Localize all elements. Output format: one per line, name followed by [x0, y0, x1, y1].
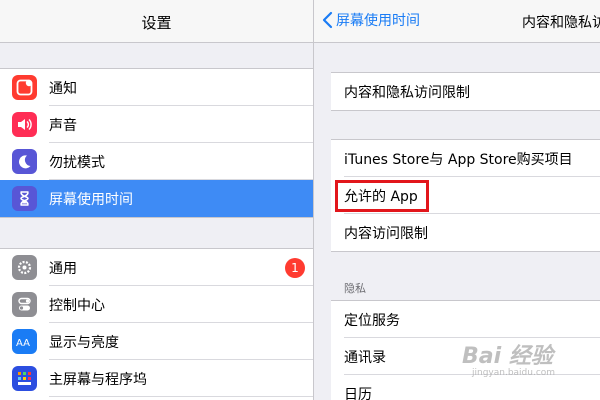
itunes-app-store-purchases-row[interactable]: iTunes Store与 App Store购买项目 — [331, 140, 600, 177]
sidebar-item-label: 主屏幕与程序坞 — [49, 371, 147, 388]
detail-navbar: 屏幕使用时间 内容和隐私访 — [314, 0, 600, 43]
sidebar-item-label: 显示与亮度 — [49, 334, 119, 351]
calendars-row[interactable]: 日历 — [331, 375, 600, 400]
settings-sidebar: 设置 通知 声音 勿扰模式 屏幕使用时间 通用 1 控制中心 AA 显示与亮度 … — [0, 0, 313, 400]
sidebar-item-label: 声音 — [49, 117, 77, 134]
sidebar-item-control-center[interactable]: 控制中心 — [0, 286, 313, 323]
sidebar-item-display-brightness[interactable]: AA 显示与亮度 — [0, 323, 313, 360]
back-button-label: 屏幕使用时间 — [336, 13, 420, 29]
row-label: iTunes Store与 App Store购买项目 — [344, 151, 573, 168]
row-label: 内容访问限制 — [344, 225, 428, 242]
sidebar-item-screen-time[interactable]: 屏幕使用时间 — [0, 180, 313, 217]
row-label: 日历 — [344, 386, 372, 400]
sidebar-item-label: 通知 — [49, 80, 77, 97]
back-button[interactable]: 屏幕使用时间 — [322, 10, 420, 30]
content-privacy-pane: 屏幕使用时间 内容和隐私访 内容和隐私访问限制 iTunes Store与 Ap… — [314, 0, 600, 400]
screen-time-icon — [12, 186, 37, 211]
content-restrictions-row[interactable]: 内容访问限制 — [331, 214, 600, 251]
sounds-icon — [12, 112, 37, 137]
sidebar-item-label: 控制中心 — [49, 297, 105, 314]
detail-title: 内容和隐私访 — [522, 15, 600, 31]
svg-text:AA: AA — [16, 338, 30, 349]
sidebar-navbar: 设置 — [0, 0, 313, 43]
notifications-icon — [12, 75, 37, 100]
content-privacy-restrictions-row[interactable]: 内容和隐私访问限制 — [331, 73, 600, 110]
privacy-section-header: 隐私 — [344, 282, 366, 295]
row-label: 允许的 App — [344, 188, 418, 205]
sidebar-item-sounds[interactable]: 声音 — [0, 106, 313, 143]
sidebar-item-general[interactable]: 通用 1 — [0, 249, 313, 286]
settings-group-1: 通知 声音 勿扰模式 屏幕使用时间 — [0, 68, 313, 218]
do-not-disturb-icon — [12, 149, 37, 174]
settings-group-2: 通用 1 控制中心 AA 显示与亮度 主屏幕与程序坞 — [0, 248, 313, 400]
home-screen-icon — [12, 366, 37, 391]
control-center-icon — [12, 292, 37, 317]
chevron-left-icon — [322, 11, 333, 29]
contacts-row[interactable]: 通讯录 — [331, 338, 600, 375]
sidebar-item-label: 勿扰模式 — [49, 154, 105, 171]
row-label: 定位服务 — [344, 312, 400, 329]
sidebar-item-do-not-disturb[interactable]: 勿扰模式 — [0, 143, 313, 180]
sidebar-item-home-screen-dock[interactable]: 主屏幕与程序坞 — [0, 360, 313, 397]
store-allowed-group: iTunes Store与 App Store购买项目 允许的 App 内容访问… — [331, 139, 600, 252]
display-icon: AA — [12, 329, 37, 354]
notification-badge: 1 — [285, 258, 305, 278]
row-label: 内容和隐私访问限制 — [344, 84, 470, 101]
sidebar-item-notifications[interactable]: 通知 — [0, 69, 313, 106]
sidebar-item-label: 屏幕使用时间 — [49, 191, 133, 208]
sidebar-item-label: 通用 — [49, 260, 77, 277]
allowed-apps-row[interactable]: 允许的 App — [331, 177, 600, 214]
privacy-group: 定位服务 通讯录 日历 — [331, 300, 600, 400]
general-icon — [12, 255, 37, 280]
restrictions-toggle-group: 内容和隐私访问限制 — [331, 72, 600, 111]
location-services-row[interactable]: 定位服务 — [331, 301, 600, 338]
sidebar-title: 设置 — [141, 14, 172, 32]
row-label: 通讯录 — [344, 349, 386, 366]
